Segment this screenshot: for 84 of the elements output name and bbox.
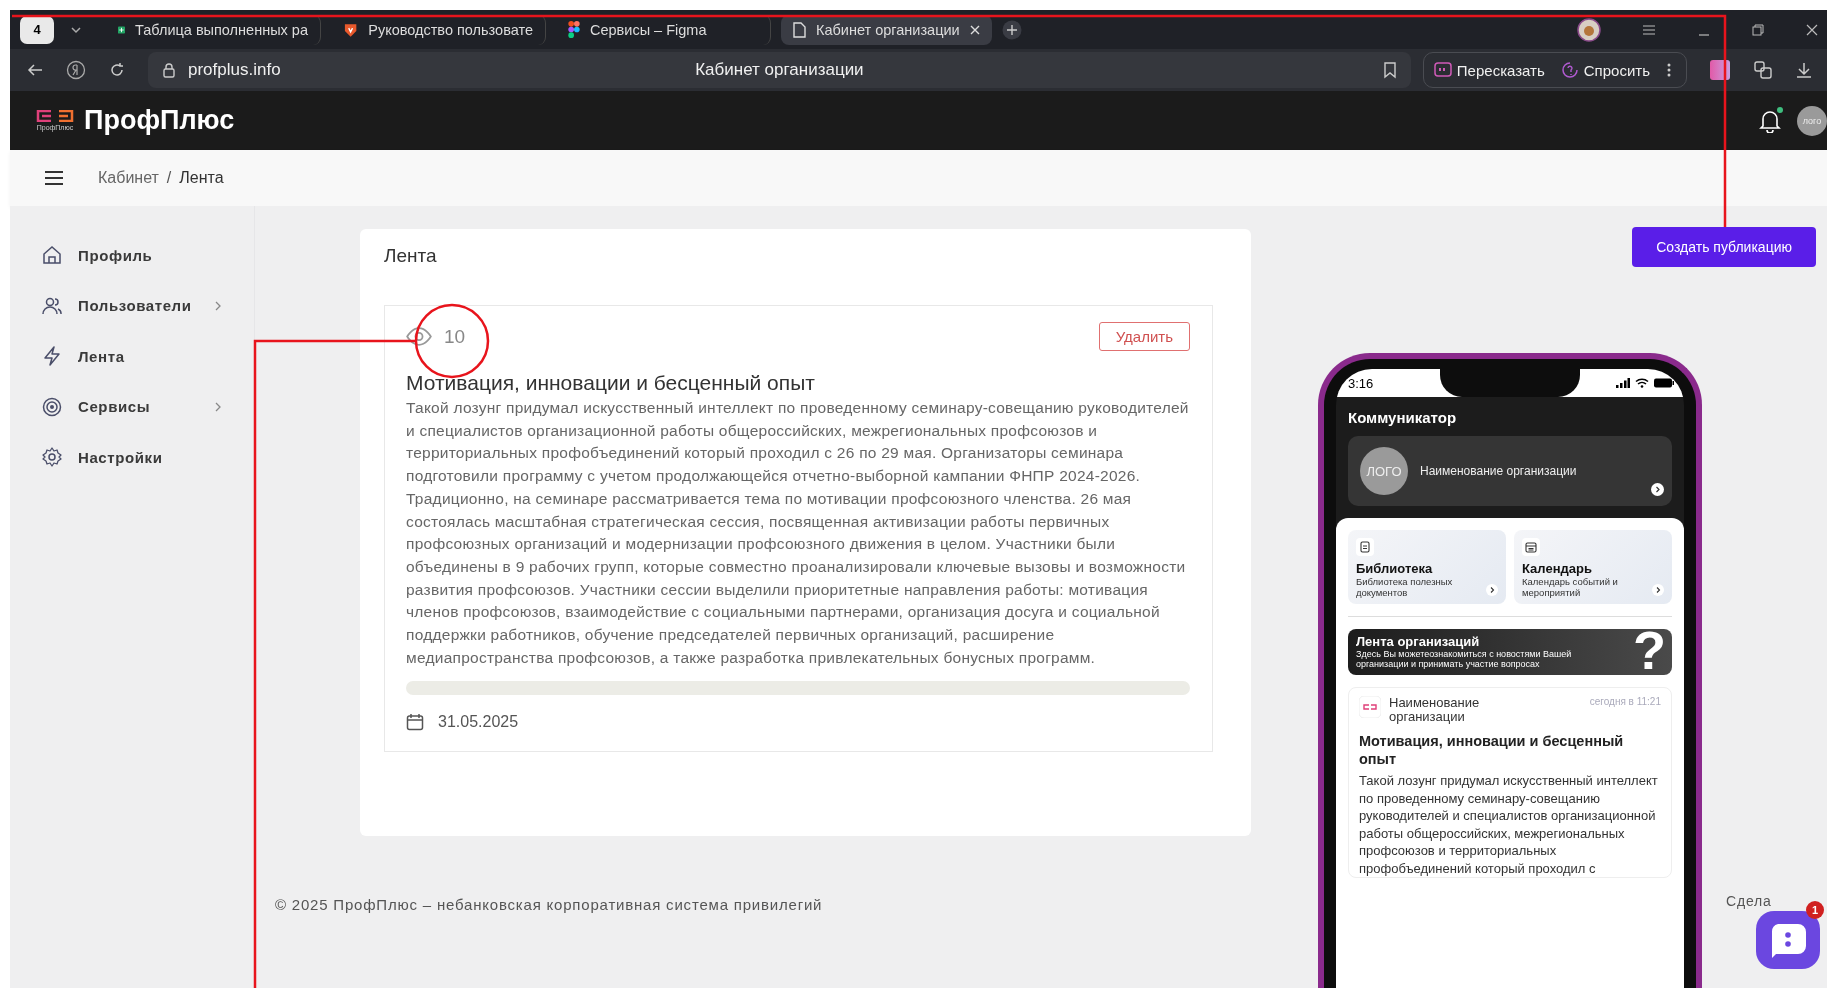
tile-title: Календарь — [1522, 561, 1593, 576]
calendar-icon — [1522, 538, 1540, 556]
brand-name: ПрофПлюс — [84, 105, 235, 136]
status-time: 3:16 — [1348, 375, 1374, 391]
feed-title: Лента — [384, 245, 438, 267]
users-icon — [42, 295, 62, 316]
chevron-right-icon — [1652, 584, 1664, 596]
feed-banner[interactable]: Лента организаций Здесь Вы можетеознакомиться с новостями Вашей организации и принимать участие вопросах ? — [1348, 629, 1672, 675]
post-title: Мотивация, инновации и бесценный опыт — [1359, 732, 1625, 768]
home-icon — [42, 245, 62, 266]
view-count: 10 — [444, 325, 466, 348]
tile-subtitle: Календарь событий и мероприятий — [1522, 576, 1619, 598]
breadcrumb-link[interactable]: Кабинет — [98, 169, 159, 187]
browser-tab[interactable]: Кабинет организации — [781, 14, 992, 45]
service-tile[interactable]: Библиотека Библиотека полезных документов — [1348, 530, 1506, 604]
logo-icon — [1359, 696, 1381, 718]
sidebar-item[interactable]: Сервисы — [10, 381, 254, 432]
document-icon — [1356, 538, 1374, 556]
lightning-icon — [42, 346, 62, 367]
browser-tab[interactable]: Руководство пользовате — [331, 14, 546, 45]
new-tab-icon[interactable] — [1001, 19, 1022, 40]
close-icon[interactable] — [1805, 22, 1819, 37]
wifi-icon — [1635, 378, 1649, 388]
create-post-button[interactable]: Создать публикацию — [1632, 227, 1816, 267]
made-with-text: Сдела — [1726, 893, 1772, 909]
organization-card[interactable]: ЛОГО Наименование организации — [1348, 436, 1672, 506]
question-sparkle-icon — [1560, 61, 1579, 79]
organization-logo: ЛОГО — [1360, 447, 1408, 495]
calendar-icon — [406, 713, 424, 732]
menu-icon[interactable] — [44, 170, 64, 186]
logo-icon — [36, 110, 74, 122]
sidebar-item[interactable]: Настройки — [10, 432, 254, 483]
post-date: 31.05.2025 — [438, 713, 519, 732]
breadcrumb-current: Лента — [179, 169, 224, 187]
sidebar-item[interactable]: Профиль — [10, 230, 254, 281]
page-icon — [793, 21, 806, 38]
shield-icon — [343, 21, 359, 38]
banner-text: Здесь Вы можетеознакомиться с новостями Вашей организации и принимать участие вопросах — [1356, 649, 1573, 669]
quote-icon — [1433, 61, 1452, 79]
chevron-right-icon — [1651, 483, 1664, 496]
tile-subtitle: Библиотека полезных документов — [1356, 576, 1454, 598]
chevron-right-icon — [1486, 584, 1498, 596]
app-title: Коммуникатор — [1348, 409, 1458, 426]
target-icon — [42, 396, 62, 417]
service-tile[interactable]: Календарь Календарь событий и мероприятий — [1514, 530, 1672, 604]
sidebar-item[interactable]: Лента — [10, 331, 254, 382]
footer-copyright: © 2025 ПрофПлюс – небанковская корпоративная система привилегий — [275, 896, 824, 913]
tab-count-button[interactable]: 4 — [20, 15, 54, 44]
battery-icon — [1654, 378, 1674, 388]
translate-icon[interactable] — [1753, 60, 1773, 80]
question-mark: ? — [1633, 629, 1666, 675]
lock-icon — [162, 62, 176, 78]
tile-title: Библиотека — [1356, 561, 1434, 576]
post-body: Такой лозунг придумал искусственный интеллект по проведенному семинару-совещанию руководителей и специалистов организационной работы общероссийских, межрегиональных профсоюзов и территориальных профобъединений который проходил с — [1359, 772, 1659, 877]
bookmark-icon[interactable] — [1382, 61, 1397, 79]
browser-tab[interactable]: Таблица выполненных ра — [106, 14, 321, 45]
eye-icon — [406, 327, 432, 346]
figma-icon — [568, 21, 580, 38]
post-body: Такой лозунг придумал искусственный интеллект по проведенному семинару-совещанию руководителей и специалистов организационной работы общероссийских, межрегиональных профсоюзов и территориальных профобъединений который проходил с 26 по 29 мая. Организаторы семинара подготовили программу с учетом продолжающейся отчетно-выборной кампании ФНПР 2024-2026. Традиционно, на семинаре рассматривается тема по мотивации профсоюзного членства. 26 мая состоялась масштабная стратегическая сессия, посвященная активизации работы первичных профсоюзных организаций и модернизации профсоюзного движения в целом. Участники были объединены в 9 рабочих групп, которые совместно проанализировали ключевые вызовы и возможности развития профсоюзов. Участники сессии выделили приоритетные направления работы: мотивация членов профсоюзов, взаимодействие с социальными партнерами, организация досуга и социальной поддержки работников, обучение председателей первичных организаций, расширение медиапространства профсоюзов, а также разработка привлекательных бонусных программ. — [406, 398, 1190, 668]
address-field[interactable]: profplus.info Кабинет организации — [148, 52, 1411, 88]
more-icon[interactable] — [1666, 62, 1672, 78]
collection-icon[interactable] — [1709, 59, 1731, 81]
breadcrumb-separator: / — [166, 169, 172, 187]
signal-icon — [1616, 378, 1630, 388]
reload-icon[interactable] — [108, 61, 126, 79]
post-organization-name: Наименование организации — [1389, 696, 1481, 724]
banner-title: Лента организаций — [1356, 634, 1481, 649]
profile-avatar-icon[interactable] — [1577, 17, 1601, 42]
yandex-circle-icon[interactable] — [66, 60, 86, 80]
page-title: Кабинет организации — [695, 60, 864, 80]
bell-icon[interactable] — [1759, 108, 1781, 133]
browser-tab[interactable]: Сервисы – Figma — [556, 14, 771, 45]
sidebar-item[interactable]: Пользователи — [10, 280, 254, 331]
delete-button[interactable]: Удалить — [1098, 322, 1190, 351]
url-text: profplus.info — [188, 60, 281, 80]
assistant-button[interactable]: Пересказать — [1433, 61, 1545, 79]
post-time: сегодня в 11:21 — [1589, 696, 1661, 707]
restore-icon[interactable] — [1751, 22, 1765, 37]
assistant-button[interactable]: Спросить — [1560, 61, 1650, 79]
settings-icon — [42, 447, 62, 468]
post-title: Мотивация, инновации и бесценный опыт — [406, 371, 816, 395]
download-icon[interactable] — [1795, 61, 1813, 79]
close-icon[interactable] — [969, 24, 980, 35]
organization-name: Наименование организации — [1420, 464, 1577, 478]
